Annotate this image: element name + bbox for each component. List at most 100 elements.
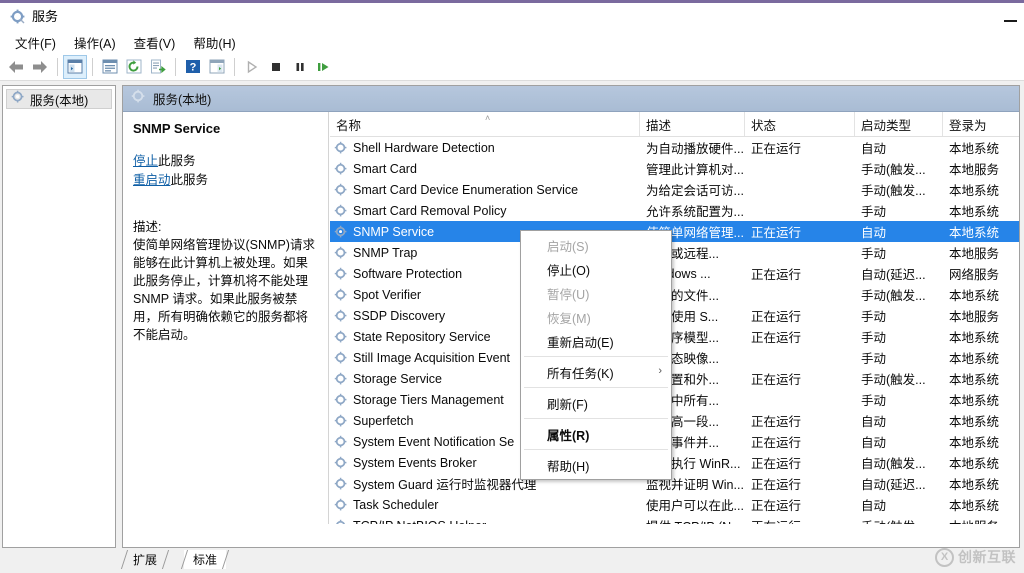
ctx-restart[interactable]: 重新启动(E) (521, 329, 671, 353)
column-header-log-on-as[interactable]: 登录为 (943, 112, 1019, 136)
table-row[interactable]: Spot Verifier 替在的文件... 手动(触发... 本地系统 (330, 284, 1019, 305)
stop-service-icon[interactable] (264, 55, 288, 79)
tree-item-services-local[interactable]: 服务(本地) (6, 89, 112, 109)
table-row[interactable]: Shell Hardware Detection 为自动播放硬件... 正在运行 自动… (330, 137, 1019, 158)
service-gear-icon (334, 267, 348, 281)
cell-service-name: Shell Hardware Detection (330, 141, 640, 155)
table-row[interactable]: System Event Notification Se 系统事件并... 正在运行… (330, 431, 1019, 452)
restart-service-icon[interactable] (312, 55, 336, 79)
console-tree-pane: 服务(本地) (2, 85, 116, 548)
sort-ascending-icon: ˄ (485, 113, 491, 123)
description-heading: 描述: (133, 220, 162, 234)
cell-log-on-as: 本地系统 (949, 373, 1000, 387)
cell-startup-type: 手动 (861, 310, 887, 324)
back-icon[interactable] (4, 55, 28, 79)
table-row[interactable]: Superfetch 和提高一段... 正在运行 自动 本地系统 (330, 410, 1019, 431)
tab-edge-left (180, 550, 189, 569)
cell-log-on-as: 本地服务 (943, 516, 1019, 524)
tab-standard[interactable]: 标准 (180, 550, 230, 569)
ctx-all-tasks[interactable]: 所有任务(K) › (521, 360, 671, 384)
cell-startup-type: 自动 (861, 226, 887, 240)
service-name-text: System Events Broker (353, 455, 477, 470)
table-row[interactable]: Storage Tiers Management 系统中所有... 手动 本地系统 (330, 389, 1019, 410)
menu-help[interactable]: 帮助(H) (184, 31, 244, 54)
start-service-icon[interactable] (240, 55, 264, 79)
show-hide-tree-icon[interactable] (63, 54, 87, 79)
column-header-description[interactable]: 描述 (640, 112, 745, 136)
ctx-stop[interactable]: 停止(O) (521, 257, 671, 281)
ctx-help[interactable]: 帮助(H) (521, 453, 671, 477)
table-row[interactable]: Smart Card Device Enumeration Service 为给定… (330, 179, 1019, 200)
ctx-properties[interactable]: 属性(R) (521, 422, 671, 446)
minimize-button[interactable] (996, 6, 1024, 30)
table-row[interactable]: System Events Broker 协调执行 WinR... 正在运行 自动(触… (330, 452, 1019, 473)
forward-icon[interactable] (28, 55, 52, 79)
table-row[interactable]: State Repository Service 用程序模型... 正在运行 手动 本地… (330, 326, 1019, 347)
cell-startup-type: 自动 (861, 436, 887, 450)
service-name-text: Shell Hardware Detection (353, 140, 495, 155)
ctx-resume: 恢复(M) (547, 311, 591, 326)
export-list-icon[interactable] (146, 55, 170, 79)
column-header-status[interactable]: 状态 (745, 112, 855, 136)
table-row[interactable]: Smart Card 管理此计算机对... 手动(触发... 本地服务 (330, 158, 1019, 179)
table-row[interactable]: Smart Card Removal Policy 允许系统配置为... 手动 本地系… (330, 200, 1019, 221)
cell-startup-type: 手动 (861, 247, 887, 261)
refresh-icon[interactable] (122, 55, 146, 79)
cell-service-name: TCP/IP NetBIOS Helper (330, 519, 640, 524)
cell-startup-type: 手动 (861, 205, 887, 219)
services-list-view: 名称 ˄ 描述 状态 启动类型 登录为 Shell Hardware Detec… (330, 112, 1019, 524)
service-gear-icon (334, 204, 348, 218)
cell-status: 正在运行 (751, 478, 802, 492)
service-name-text: System Event Notification Se (353, 434, 515, 449)
ctx-pause: 暂停(U) (547, 287, 590, 302)
cell-status: 正在运行 (751, 415, 802, 429)
cell-log-on-as: 本地系统 (949, 457, 1000, 471)
cell-log-on-as: 本地系统 (949, 289, 1000, 303)
toolbar-separator (57, 57, 58, 76)
help-icon[interactable]: ? (181, 55, 205, 79)
show-action-pane-icon[interactable] (205, 55, 229, 79)
cell-log-on-as: 本地系统 (949, 436, 1000, 450)
menu-file[interactable]: 文件(F) (6, 31, 65, 54)
cell-log-on-as: 本地服务 (949, 163, 1000, 177)
cell-log-on-as: 本地系统 (949, 352, 1000, 366)
tab-extended-label: 扩展 (133, 553, 158, 567)
toolbar-separator (92, 57, 93, 76)
column-header-name[interactable]: 名称 ˄ (330, 112, 640, 136)
table-row[interactable]: TCP/IP NetBIOS Helper 提供 TCP/IP (N...正在运行… (330, 515, 1019, 524)
properties-icon[interactable] (98, 55, 122, 79)
table-row[interactable]: Storage Service 储设置和外... 正在运行 手动(触发... 本地系统 (330, 368, 1019, 389)
cell-startup-type: 自动(触发... (861, 457, 926, 471)
table-row[interactable]: SSDP Discovery 见了使用 S... 正在运行 手动 本地服务 (330, 305, 1019, 326)
services-gear-icon (10, 9, 26, 25)
tab-edge-right (221, 550, 230, 569)
menu-action[interactable]: 操作(A) (65, 31, 125, 54)
cell-startup-type: 手动 (861, 352, 887, 366)
service-name-text: System Guard 运行时监视器代理 (353, 478, 537, 492)
stop-service-link[interactable]: 停止 (133, 154, 158, 168)
svg-text:?: ? (190, 62, 197, 74)
ctx-refresh[interactable]: 刷新(F) (521, 391, 671, 415)
restart-service-link[interactable]: 重启动 (133, 173, 171, 187)
table-row[interactable]: System Guard 运行时监视器代理 监视并证明 Win... 正在运行 自动(… (330, 473, 1019, 494)
cell-log-on-as: 本地系统 (949, 499, 1000, 513)
table-row[interactable]: Task Scheduler 使用户可以在此... 正在运行 自动 本地系统 (330, 494, 1019, 515)
service-gear-icon (334, 435, 348, 449)
table-row[interactable]: Still Image Acquisition Event 与静态映像... 手动本… (330, 347, 1019, 368)
tab-extended[interactable]: 扩展 (120, 550, 170, 569)
column-header-startup-type[interactable]: 启动类型 (855, 112, 943, 136)
menu-view[interactable]: 查看(V) (125, 31, 185, 54)
table-row[interactable]: SNMP Service 使简单网络管理... 正在运行 自动 本地系统 (330, 221, 1019, 242)
pause-service-icon[interactable] (288, 55, 312, 79)
service-name-text: SSDP Discovery (353, 308, 446, 323)
service-name-text: Superfetch (353, 413, 414, 428)
menu-separator (524, 418, 668, 419)
cell-status: 正在运行 (751, 373, 802, 387)
stop-service-link-row: 停止此服务 (133, 152, 318, 171)
table-row[interactable]: SNMP Trap 本地或远程... 手动 本地服务 (330, 242, 1019, 263)
service-gear-icon (334, 141, 348, 155)
table-row[interactable]: Software Protection Windows ... 正在运行 自动(延迟.… (330, 263, 1019, 284)
service-name-text: State Repository Service (353, 329, 491, 344)
cell-description: 使用户可以在此... (646, 499, 744, 513)
cell-status: 正在运行 (745, 516, 855, 524)
